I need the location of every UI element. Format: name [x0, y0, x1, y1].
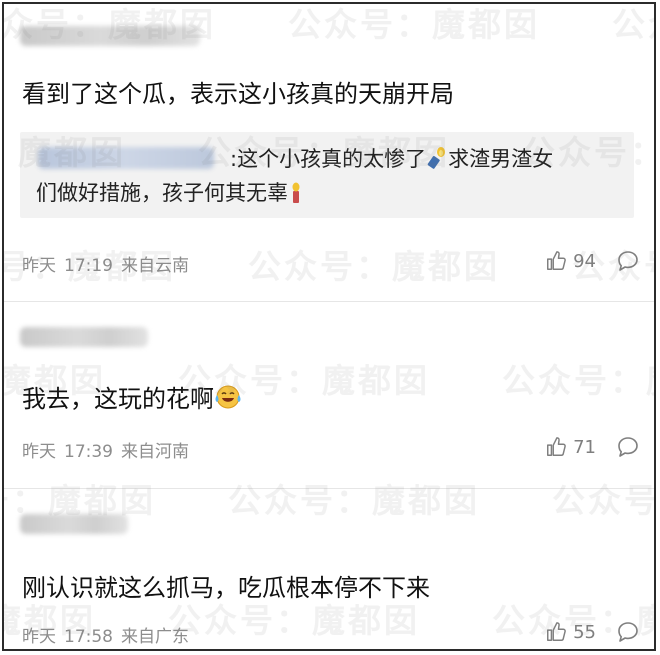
divider	[4, 488, 654, 489]
comment-date: 昨天	[22, 442, 56, 462]
candle-emoji-icon	[288, 180, 304, 214]
comment-username[interactable]: blurred	[20, 26, 200, 46]
like-button[interactable]: 94	[545, 248, 596, 274]
comment-date: 昨天	[22, 627, 56, 647]
comment-item: blurred 刚认识就这么抓马，吃瓜根本停不下来 昨天 17:58 来自广东 55	[4, 490, 654, 649]
quoted-text-part2: 求渣男渣女	[448, 147, 554, 171]
quoted-comment[interactable]: :这个小孩真的太惨了 求渣男渣女 们做好措施，孩子何其无辜	[20, 132, 634, 218]
comment-location: 来自河南	[121, 442, 189, 462]
comment-location: 来自云南	[121, 256, 189, 276]
comment-text: 我去，这玩的花啊	[22, 379, 242, 417]
like-button[interactable]: 55	[545, 619, 596, 645]
like-button[interactable]: 71	[545, 434, 596, 460]
comment-time: 17:19	[64, 256, 113, 276]
comment-item: blurred 看到了这个瓜，表示这小孩真的天崩开局 :这个小孩真的太惨了 求渣…	[4, 4, 654, 301]
comment-list: blurred 看到了这个瓜，表示这小孩真的天崩开局 :这个小孩真的太惨了 求渣…	[2, 2, 656, 651]
comment-bubble-icon[interactable]	[616, 249, 640, 273]
comment-username[interactable]: blurred	[20, 514, 128, 534]
comment-footer: 昨天 17:19 来自云南 94	[22, 248, 640, 276]
quoted-text-line2: 们做好措施，孩子何其无辜	[36, 181, 288, 205]
comment-location: 来自广东	[121, 627, 189, 647]
comment-text: 刚认识就这么抓马，吃瓜根本停不下来	[22, 574, 430, 602]
like-count: 94	[573, 250, 596, 272]
quoted-username[interactable]	[38, 147, 214, 169]
comment-time: 17:39	[64, 442, 113, 462]
comment-meta: 昨天 17:39 来自河南	[22, 437, 189, 462]
like-count: 71	[573, 436, 596, 458]
thumbs-up-icon	[547, 437, 566, 456]
comment-meta: 昨天 17:19 来自云南	[22, 251, 189, 276]
thumbs-up-icon	[547, 622, 566, 641]
divider	[4, 301, 654, 302]
comment-bubble-icon[interactable]	[616, 435, 640, 459]
thumbs-up-icon	[547, 251, 566, 270]
comment-meta: 昨天 17:58 来自广东	[22, 622, 189, 647]
quoted-text-part1: :这个小孩真的太惨了	[230, 147, 427, 171]
candle-emoji-icon	[426, 146, 448, 180]
comment-bubble-icon[interactable]	[616, 620, 640, 644]
comment-footer: 昨天 17:58 来自广东 55	[22, 619, 640, 647]
comment-footer: 昨天 17:39 来自河南 71	[22, 434, 640, 462]
comment-text-body: 我去，这玩的花啊	[22, 385, 214, 413]
comment-item: blurred 我去，这玩的花啊 昨天 17:39 来自河南 71	[4, 303, 654, 488]
like-count: 55	[573, 621, 596, 643]
comment-text: 看到了这个瓜，表示这小孩真的天崩开局	[22, 80, 454, 108]
laughing-tears-emoji-icon	[214, 383, 242, 417]
comment-date: 昨天	[22, 256, 56, 276]
comment-time: 17:58	[64, 627, 113, 647]
comment-username[interactable]: blurred	[20, 327, 148, 347]
